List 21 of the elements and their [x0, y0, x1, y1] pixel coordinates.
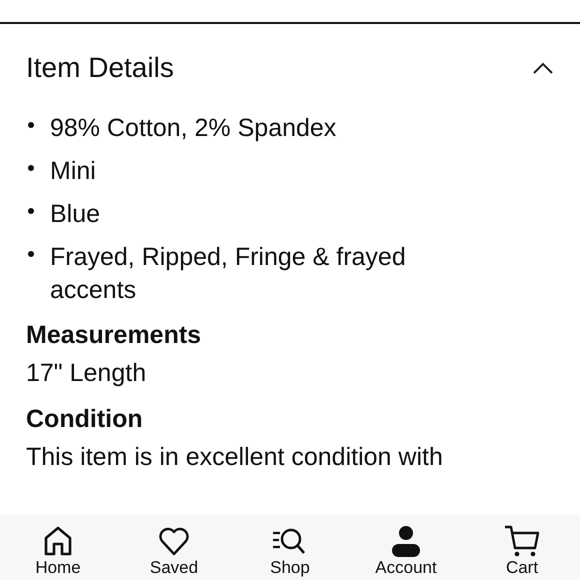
detail-text: 17" Length — [26, 358, 148, 389]
bullet-icon — [28, 165, 34, 171]
account-icon[interactable] — [389, 524, 423, 558]
bullet-text: Frayed, Ripped, Fringe & frayed accents — [50, 242, 407, 306]
cart-icon[interactable] — [503, 524, 541, 558]
detail-heading: Condition — [26, 404, 144, 435]
bullet-icon — [28, 251, 34, 257]
tab-label[interactable]: Shop — [270, 558, 310, 578]
detail-text: This item is in excellent condition with — [26, 442, 444, 473]
bullet-icon — [28, 122, 34, 128]
bullet-text: Mini — [50, 156, 97, 187]
bullet-text: 98% Cotton, 2% Spandex — [50, 113, 338, 144]
bullet-icon — [28, 208, 34, 214]
chevron-icon[interactable] — [532, 61, 554, 75]
section-title: Item Details — [26, 52, 174, 84]
tab-label[interactable]: Account — [375, 558, 437, 578]
tab-label[interactable]: Saved — [150, 558, 198, 578]
tab-label[interactable]: Home — [35, 558, 81, 578]
detail-heading: Measurements — [26, 320, 202, 351]
tab-label[interactable]: Cart — [506, 558, 538, 578]
bullet-text: Blue — [50, 199, 102, 230]
